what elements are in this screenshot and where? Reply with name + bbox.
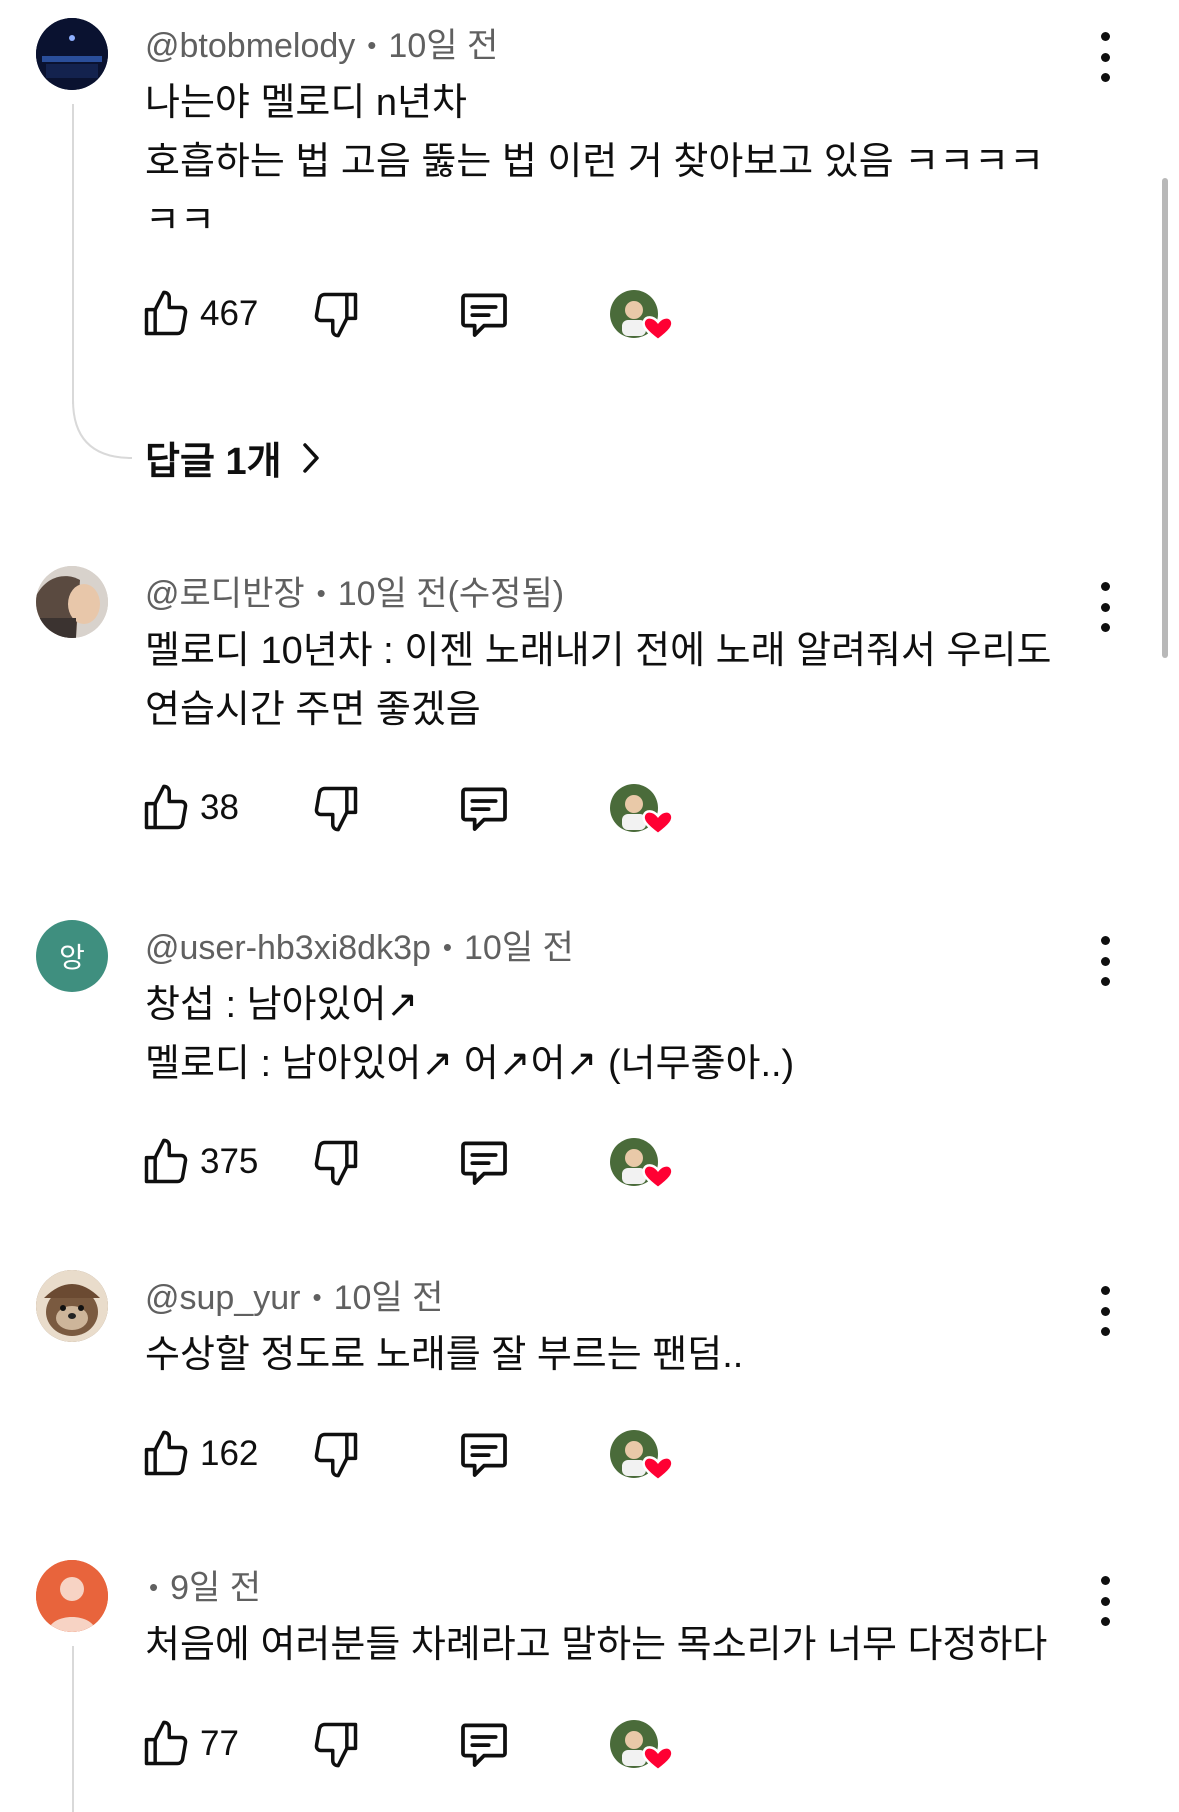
comment-meta: @로디반장 • 10일 전(수정됨) bbox=[145, 566, 564, 615]
creator-heart bbox=[608, 778, 678, 838]
like-count: 38 bbox=[200, 788, 239, 827]
dislike-button[interactable] bbox=[310, 1132, 362, 1192]
creator-heart-icon bbox=[610, 1138, 674, 1190]
thumb-up-icon bbox=[144, 1138, 188, 1184]
comment-text: 창섭 : 남아있어↗ 멜로디 : 남아있어↗ 어↗어↗ (너무좋아..) bbox=[145, 984, 795, 1085]
comment-time: 10일 전 bbox=[388, 27, 499, 65]
comment-text: 수상할 정도로 노래를 잘 부르는 팬덤.. bbox=[145, 1334, 744, 1376]
comment-meta: • 9일 전 bbox=[145, 1560, 261, 1609]
comment-icon bbox=[461, 293, 507, 337]
profile-photo-image bbox=[36, 566, 108, 638]
comment-time: 10일 전(수정됨) bbox=[337, 575, 565, 613]
comment-icon bbox=[461, 1723, 507, 1767]
like-button[interactable]: 375 bbox=[140, 1132, 258, 1192]
reply-button[interactable] bbox=[456, 284, 512, 344]
comment-meta: @user-hb3xi8dk3p • 10일 전 bbox=[145, 920, 574, 969]
like-button[interactable]: 77 bbox=[140, 1714, 239, 1774]
thumb-up-icon bbox=[144, 1720, 188, 1766]
thumb-down-icon bbox=[314, 1140, 358, 1186]
thumb-up-icon bbox=[144, 784, 188, 830]
like-button[interactable]: 162 bbox=[140, 1424, 258, 1484]
like-count: 162 bbox=[200, 1434, 259, 1473]
separator-dot: • bbox=[316, 578, 326, 608]
thumb-down-icon bbox=[314, 292, 358, 338]
avatar[interactable] bbox=[36, 18, 108, 90]
comment-handle[interactable]: @user-hb3xi8dk3p bbox=[145, 929, 431, 967]
dislike-button[interactable] bbox=[310, 778, 362, 838]
reply-button[interactable] bbox=[456, 1714, 512, 1774]
creator-heart bbox=[608, 1424, 678, 1484]
like-count: 375 bbox=[200, 1142, 259, 1181]
creator-heart-icon bbox=[610, 784, 674, 836]
like-button[interactable]: 38 bbox=[140, 778, 239, 838]
creator-heart bbox=[608, 1714, 678, 1774]
thumb-down-icon bbox=[314, 1432, 358, 1478]
thread-line bbox=[72, 104, 74, 404]
comment-handle[interactable]: @btobmelody bbox=[145, 27, 355, 65]
comment-meta: @sup_yur • 10일 전 bbox=[145, 1270, 443, 1319]
view-replies-link[interactable]: 답글 1개 bbox=[145, 430, 324, 485]
view-replies-label: 답글 1개 bbox=[145, 441, 282, 483]
comment-time: 10일 전 bbox=[333, 1279, 444, 1317]
separator-dot: • bbox=[367, 30, 377, 60]
dislike-button[interactable] bbox=[310, 1424, 362, 1484]
separator-dot: • bbox=[442, 932, 453, 962]
comment-text: 처음에 여러분들 차례라고 말하는 목소리가 너무 다정하다 bbox=[145, 1624, 1048, 1666]
creator-heart-icon bbox=[610, 1430, 674, 1482]
comment-time: 9일 전 bbox=[170, 1569, 262, 1607]
thumb-down-icon bbox=[314, 786, 358, 832]
separator-dot: • bbox=[149, 1572, 159, 1602]
thumb-up-icon bbox=[144, 1430, 188, 1476]
comment-time: 10일 전 bbox=[464, 929, 574, 967]
thumb-up-icon bbox=[144, 290, 188, 336]
thumb-down-icon bbox=[314, 1722, 358, 1768]
chevron-right-icon bbox=[302, 442, 319, 473]
dislike-button[interactable] bbox=[310, 1714, 362, 1774]
like-button[interactable]: 467 bbox=[140, 284, 258, 344]
reply-button[interactable] bbox=[456, 1132, 512, 1192]
avatar[interactable]: 앙 bbox=[36, 920, 108, 992]
comment-handle[interactable]: @sup_yur bbox=[145, 1279, 300, 1317]
reply-button[interactable] bbox=[456, 1424, 512, 1484]
comment-meta: @btobmelody • 10일 전 bbox=[145, 18, 498, 67]
dislike-button[interactable] bbox=[310, 284, 362, 344]
thread-curve bbox=[72, 400, 133, 459]
comment-text: 멜로디 10년차 : 이젠 노래내기 전에 노래 알려줘서 우리도 연습시간 주… bbox=[145, 630, 1052, 731]
default-person-icon bbox=[36, 1560, 108, 1632]
avatar[interactable] bbox=[36, 1560, 108, 1632]
reply-button[interactable] bbox=[456, 778, 512, 838]
creator-heart-icon bbox=[610, 290, 674, 342]
creator-heart bbox=[608, 284, 678, 344]
like-count: 77 bbox=[200, 1724, 239, 1763]
avatar[interactable] bbox=[36, 566, 108, 638]
comment-handle[interactable]: @로디반장 bbox=[145, 575, 305, 613]
comment-text: 나는야 멜로디 n년차 호흡하는 법 고음 뚫는 법 이런 거 찾아보고 있음 … bbox=[145, 82, 1045, 242]
comment-icon bbox=[461, 1433, 507, 1477]
comment-icon bbox=[461, 1141, 507, 1185]
otter-image bbox=[36, 1270, 108, 1342]
scrollbar[interactable] bbox=[1162, 178, 1168, 658]
concert-stage-image bbox=[36, 18, 108, 90]
avatar[interactable] bbox=[36, 1270, 108, 1342]
thread-line bbox=[72, 1646, 74, 1812]
like-count: 467 bbox=[200, 294, 259, 333]
avatar-letter: 앙 bbox=[59, 942, 85, 973]
comment-icon bbox=[461, 787, 507, 831]
creator-heart-icon bbox=[610, 1720, 674, 1772]
creator-heart bbox=[608, 1132, 678, 1192]
separator-dot: • bbox=[312, 1282, 322, 1312]
